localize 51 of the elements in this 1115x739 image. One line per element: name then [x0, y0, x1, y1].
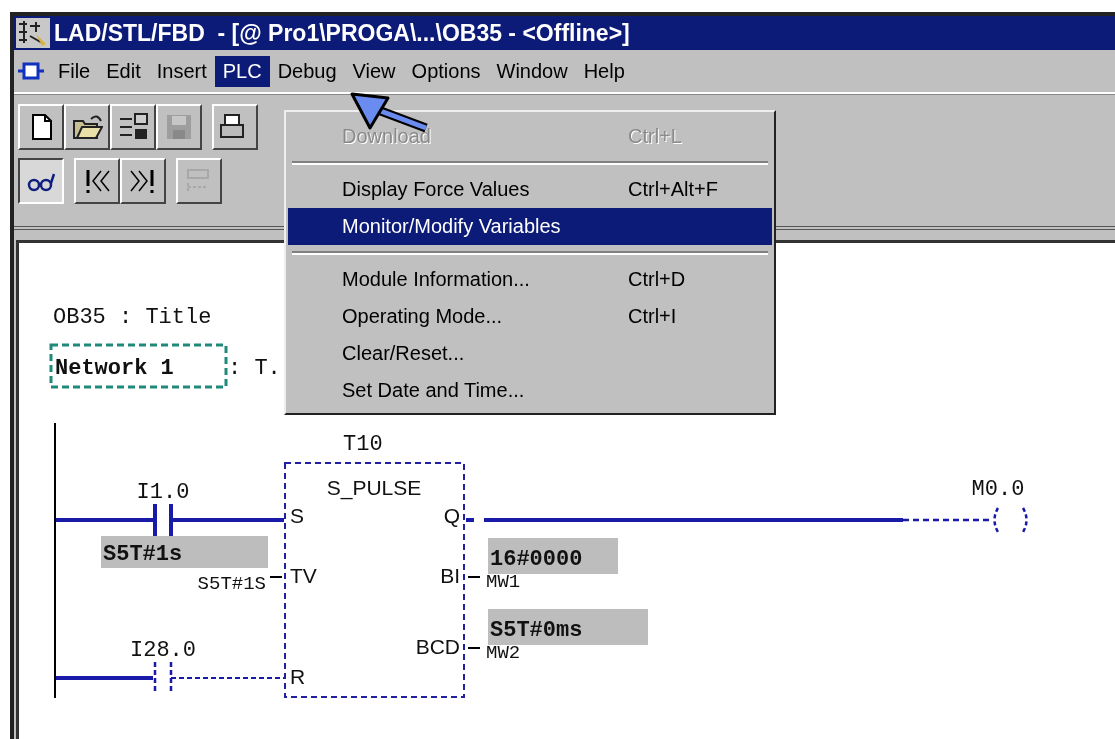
menu-item-label: Clear/Reset... — [342, 342, 466, 365]
operand-label: MW2 — [486, 642, 521, 664]
monitor-value: 16#0000 — [488, 538, 618, 574]
menu-item-label: Set Date and Time... — [342, 379, 526, 402]
menu-item[interactable]: Operating Mode... Ctrl+I — [288, 298, 772, 335]
pin-label: R — [290, 665, 306, 688]
pin-label: BI — [440, 564, 460, 587]
menu-item-label: Display Force Values — [342, 178, 531, 201]
shortcut-label: Ctrl+L — [628, 125, 682, 148]
shortcut-label: Ctrl+D — [628, 268, 686, 291]
menu-item[interactable]: Monitor/Modify Variables — [288, 208, 772, 245]
timer-type: S_PULSE — [326, 476, 422, 499]
network-label: Network 1 — [49, 343, 228, 389]
pin-line — [467, 576, 481, 578]
shortcut-label: Ctrl+Alt+F — [628, 178, 719, 201]
operand-label: S5T#1S — [197, 573, 266, 595]
toolbar-button[interactable] — [18, 158, 64, 204]
pin-line — [467, 647, 481, 649]
operand-label: MW1 — [486, 571, 521, 593]
menu-item-label: Operating Mode... — [342, 305, 504, 328]
menu-item[interactable]: Help — [575, 55, 633, 87]
menu-item[interactable]: Insert — [148, 55, 215, 87]
menu-item[interactable]: Module Information... Ctrl+D — [288, 261, 772, 298]
pin-label: Q — [443, 504, 460, 527]
menu-item[interactable]: PLC — [214, 55, 270, 87]
shortcut-label: Ctrl+I — [628, 305, 677, 328]
pin-label: BCD — [415, 635, 460, 658]
timer-address: T10 — [343, 432, 383, 457]
menu-item[interactable]: Window — [488, 55, 576, 87]
window-title: LAD/STL/FBD - [@ Pro1\PROGA\...\OB35 - <Offline>] — [54, 19, 630, 47]
pin-label: S — [290, 504, 304, 527]
block-title: OB35 : Title — [53, 305, 212, 330]
monitor-value: S5T#1s — [101, 536, 268, 568]
menu-item[interactable]: File — [50, 55, 99, 87]
menu-item-label: Module Information... — [342, 268, 531, 291]
menu-item[interactable]: Set Date and Time... — [288, 372, 772, 409]
contact-address: I28.0 — [130, 638, 196, 663]
menu-item[interactable]: Clear/Reset... — [288, 335, 772, 372]
pin-label: TV — [290, 564, 317, 587]
menu-item[interactable]: Options — [403, 55, 489, 87]
menu-item-label: Monitor/Modify Variables — [342, 215, 562, 238]
menu-item[interactable]: View — [344, 55, 404, 87]
menu-item[interactable]: Display Force Values Ctrl+Alt+F — [288, 171, 772, 208]
menu-item[interactable]: Edit — [98, 55, 149, 87]
app-icon — [16, 18, 50, 48]
monitor-value: S5T#0ms — [488, 609, 648, 645]
network-title: : T. — [228, 356, 281, 381]
pin-line — [269, 576, 283, 578]
coil-address: M0.0 — [971, 477, 1025, 502]
menu-item[interactable]: Debug — [269, 55, 345, 87]
contact-address: I1.0 — [136, 480, 190, 505]
